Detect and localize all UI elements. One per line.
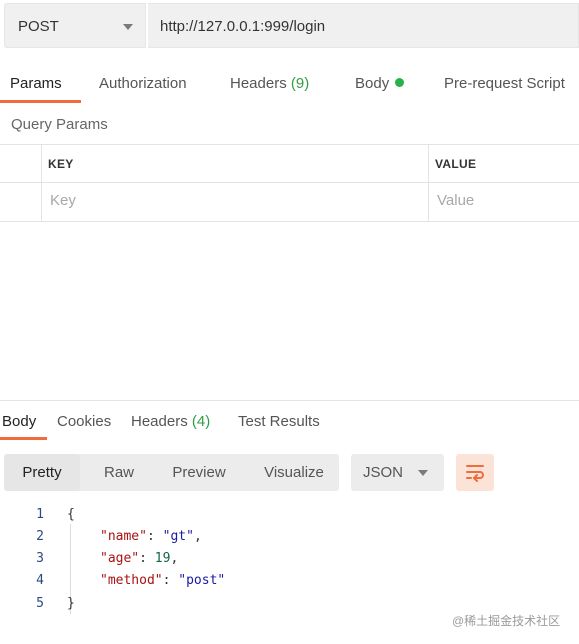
tab-prerequest-label: Pre-request Script	[444, 75, 565, 92]
tab-body[interactable]: Body	[355, 75, 405, 92]
json-value: "post"	[178, 573, 226, 588]
json-key: "name"	[100, 529, 147, 544]
url-input[interactable]: http://127.0.0.1:999/login	[148, 3, 579, 48]
json-value: "gt"	[162, 529, 194, 544]
line-number: 4	[36, 573, 44, 588]
json-line: "name": "gt",	[100, 529, 202, 544]
response-tab-body[interactable]: Body	[2, 413, 36, 430]
view-mode-group: Pretty Raw Preview Visualize	[4, 454, 339, 491]
response-headers-count: (4)	[191, 413, 211, 430]
line-number: 1	[36, 507, 44, 522]
active-tab-indicator	[0, 437, 47, 440]
headers-count: (9)	[290, 75, 310, 92]
json-comma: ,	[170, 551, 179, 566]
json-value: 19	[154, 551, 171, 566]
tab-prerequest-script[interactable]: Pre-request Script	[444, 75, 565, 92]
json-comma: ,	[193, 529, 202, 544]
line-number: 3	[36, 551, 44, 566]
method-label: POST	[18, 18, 59, 35]
json-line: "age": 19,	[100, 551, 179, 566]
watermark: @稀土掘金技术社区	[452, 614, 561, 628]
method-select[interactable]: POST	[4, 3, 146, 48]
response-tab-test-results[interactable]: Test Results	[238, 413, 320, 430]
response-tab-headers-label: Headers	[131, 413, 188, 430]
wrap-lines-button[interactable]	[456, 454, 494, 491]
json-key: "method"	[100, 573, 163, 588]
column-header-value: VALUE	[435, 157, 477, 171]
line-number: 2	[36, 529, 44, 544]
tab-authorization-label: Authorization	[99, 75, 187, 92]
url-value: http://127.0.0.1:999/login	[160, 18, 326, 35]
chevron-down-icon	[123, 24, 133, 30]
tab-params-label: Params	[10, 75, 62, 92]
section-title: Query Params	[11, 116, 108, 133]
status-dot-icon	[395, 78, 405, 87]
response-tab-cookies-label: Cookies	[57, 413, 112, 430]
response-tab-test-results-label: Test Results	[238, 413, 320, 430]
active-tab-indicator	[0, 100, 81, 103]
mode-pretty-button[interactable]: Pretty	[4, 454, 80, 491]
tab-headers-label: Headers	[230, 75, 287, 92]
mode-visualize-button[interactable]: Visualize	[249, 454, 339, 491]
response-tab-headers[interactable]: Headers (4)	[131, 413, 210, 430]
divider	[0, 400, 579, 401]
format-label: JSON	[363, 464, 404, 481]
json-close-brace: }	[67, 596, 75, 611]
chevron-down-icon	[418, 470, 428, 476]
tab-authorization[interactable]: Authorization	[99, 75, 187, 92]
key-input[interactable]: Key	[50, 192, 76, 209]
mode-preview-button[interactable]: Preview	[154, 454, 244, 491]
params-table	[0, 144, 579, 222]
format-select[interactable]: JSON	[351, 454, 444, 491]
column-header-key: KEY	[48, 157, 74, 171]
value-input[interactable]: Value	[437, 192, 474, 209]
line-number: 5	[36, 596, 44, 611]
response-tab-cookies[interactable]: Cookies	[57, 413, 111, 430]
json-line: "method": "post"	[100, 573, 226, 588]
tab-headers[interactable]: Headers (9)	[230, 75, 309, 92]
tab-params[interactable]: Params	[10, 75, 62, 92]
mode-raw-button[interactable]: Raw	[84, 454, 154, 491]
json-key: "age"	[100, 551, 140, 566]
json-open-brace: {	[67, 507, 75, 522]
response-tab-body-label: Body	[2, 413, 37, 430]
tab-body-label: Body	[355, 75, 390, 92]
wrap-lines-icon	[466, 465, 484, 482]
